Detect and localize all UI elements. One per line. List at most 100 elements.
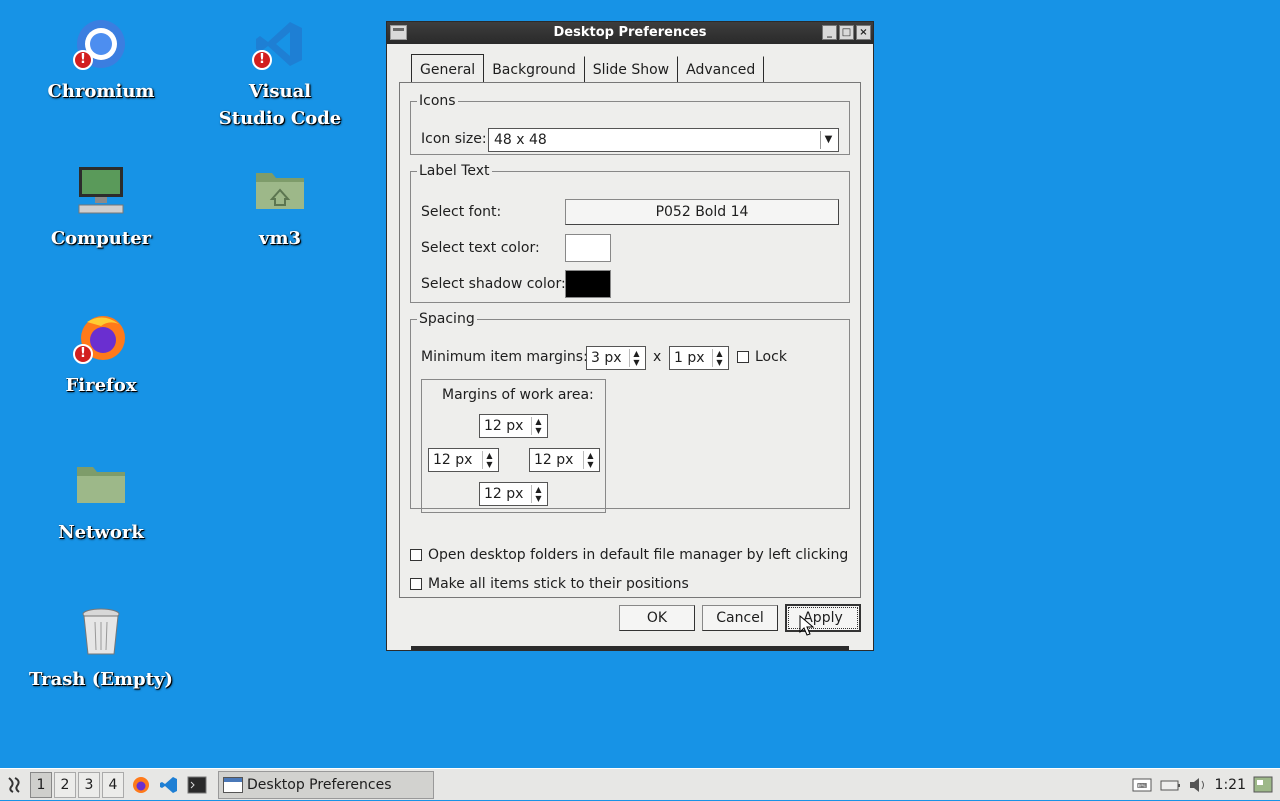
dialog-titlebar[interactable]: Desktop Preferences _ □ × bbox=[387, 22, 873, 44]
label-text-group-legend: Label Text bbox=[419, 163, 490, 179]
terminal-launcher-icon[interactable] bbox=[184, 772, 210, 798]
svg-text:⌨: ⌨ bbox=[1136, 782, 1146, 790]
spin-arrows-icon[interactable]: ▲ ▼ bbox=[531, 417, 545, 435]
firefox-icon: ! bbox=[73, 310, 129, 366]
show-desktop-icon[interactable] bbox=[1252, 774, 1274, 796]
desktop-icon-trash[interactable]: Trash (Empty) bbox=[26, 604, 176, 693]
lock-label: Lock bbox=[755, 349, 787, 365]
select-font-button[interactable]: P052 Bold 14 bbox=[565, 199, 839, 225]
icon-size-value: 48 x 48 bbox=[494, 132, 547, 148]
desktop-icon-label: Firefox bbox=[65, 375, 137, 396]
tab-advanced[interactable]: Advanced bbox=[678, 56, 765, 82]
network-folder-icon bbox=[73, 457, 129, 513]
icons-group: Icons Icon size: 48 x 48 ▼ bbox=[410, 93, 850, 155]
taskbar-window-label: Desktop Preferences bbox=[247, 776, 392, 793]
workspace-3-button[interactable]: 3 bbox=[78, 771, 100, 798]
margin-y-spinbox[interactable]: 1 px ▲ ▼ bbox=[669, 346, 729, 370]
work-top-spinbox[interactable]: 12 px ▲ ▼ bbox=[479, 414, 548, 438]
desktop-icon-label: Trash (Empty) bbox=[29, 669, 173, 690]
stick-positions-checkbox[interactable]: Make all items stick to their positions bbox=[410, 576, 689, 592]
icon-size-combo[interactable]: 48 x 48 ▼ bbox=[488, 128, 839, 152]
dialog-bottom-edge bbox=[411, 646, 849, 650]
desktop-icon-label: Computer bbox=[50, 228, 152, 249]
tab-bar: General Background Slide Show Advanced bbox=[411, 54, 765, 82]
desktop-icon-firefox[interactable]: ! Firefox bbox=[26, 310, 176, 399]
desktop-preferences-dialog: Desktop Preferences _ □ × General Backgr… bbox=[386, 21, 874, 651]
desktop-icon-vm3[interactable]: vm3 bbox=[205, 163, 355, 252]
general-tab-panel: Icons Icon size: 48 x 48 ▼ Label Text Se… bbox=[399, 82, 861, 598]
warning-badge-icon: ! bbox=[252, 50, 272, 70]
margin-y-value: 1 px bbox=[674, 350, 705, 366]
dialog-title: Desktop Preferences bbox=[553, 25, 707, 40]
tab-background[interactable]: Background bbox=[484, 56, 585, 82]
keyboard-layout-icon[interactable]: ⌨ bbox=[1131, 774, 1153, 796]
spacing-group: Spacing Minimum item margins: 3 px ▲ ▼ x … bbox=[410, 311, 850, 513]
trash-icon bbox=[73, 604, 129, 660]
work-area-margins-group: Margins of work area: 12 px ▲ ▼ 12 px ▲ ▼ … bbox=[421, 379, 606, 513]
open-folders-label: Open desktop folders in default file man… bbox=[428, 547, 849, 563]
workspace-4-button[interactable]: 4 bbox=[102, 771, 124, 798]
desktop-icon-label: vm3 bbox=[258, 228, 302, 249]
spin-arrows-icon[interactable]: ▲ ▼ bbox=[531, 485, 545, 503]
mouse-cursor-icon bbox=[799, 615, 815, 636]
work-bottom-value: 12 px bbox=[484, 486, 524, 502]
desktop-icon-label: Visual Studio Code bbox=[218, 81, 342, 129]
work-left-spinbox[interactable]: 12 px ▲ ▼ bbox=[428, 448, 499, 472]
stick-label: Make all items stick to their positions bbox=[428, 576, 689, 592]
minimize-icon[interactable]: _ bbox=[822, 25, 837, 40]
vscode-icon: ! bbox=[252, 16, 308, 72]
work-right-spinbox[interactable]: 12 px ▲ ▼ bbox=[529, 448, 600, 472]
computer-icon bbox=[73, 163, 129, 219]
work-left-value: 12 px bbox=[433, 452, 473, 468]
tab-general[interactable]: General bbox=[411, 54, 485, 82]
desktop-icon-vscode[interactable]: ! Visual Studio Code bbox=[205, 16, 355, 132]
workspace-2-button[interactable]: 2 bbox=[54, 771, 76, 798]
close-icon[interactable]: × bbox=[856, 25, 871, 40]
maximize-icon[interactable]: □ bbox=[839, 25, 854, 40]
times-label: x bbox=[653, 349, 662, 365]
window-icon bbox=[223, 776, 243, 793]
text-color-button[interactable] bbox=[565, 234, 611, 262]
tab-slide-show[interactable]: Slide Show bbox=[585, 56, 679, 82]
clock[interactable]: 1:21 bbox=[1215, 777, 1246, 793]
spin-arrows-icon[interactable]: ▲ ▼ bbox=[629, 349, 643, 367]
select-font-label: Select font: bbox=[421, 204, 502, 220]
system-tray: ⌨ 1:21 bbox=[1131, 769, 1280, 801]
spin-arrows-icon[interactable]: ▲ ▼ bbox=[482, 451, 496, 469]
work-right-value: 12 px bbox=[534, 452, 574, 468]
taskbar-window-desktop-preferences[interactable]: Desktop Preferences bbox=[218, 770, 434, 799]
desktop-icon-chromium[interactable]: ! Chromium bbox=[26, 16, 176, 105]
desktop-icon-computer[interactable]: Computer bbox=[26, 163, 176, 252]
firefox-launcher-icon[interactable] bbox=[128, 772, 154, 798]
checkbox-icon[interactable] bbox=[737, 351, 749, 363]
desktop-icon-network[interactable]: Network bbox=[26, 457, 176, 546]
window-menu-icon[interactable] bbox=[390, 25, 407, 40]
spin-arrows-icon[interactable]: ▲ ▼ bbox=[583, 451, 597, 469]
apply-button[interactable]: Apply bbox=[785, 604, 861, 632]
spacing-group-legend: Spacing bbox=[419, 311, 475, 327]
checkbox-icon[interactable] bbox=[410, 578, 422, 590]
work-bottom-spinbox[interactable]: 12 px ▲ ▼ bbox=[479, 482, 548, 506]
ok-button[interactable]: OK bbox=[619, 605, 695, 631]
spin-arrows-icon[interactable]: ▲ ▼ bbox=[712, 349, 726, 367]
vscode-launcher-icon[interactable] bbox=[156, 772, 182, 798]
work-top-value: 12 px bbox=[484, 418, 524, 434]
icon-size-label: Icon size: bbox=[421, 131, 487, 147]
volume-icon[interactable] bbox=[1187, 774, 1209, 796]
shadow-color-button[interactable] bbox=[565, 270, 611, 298]
start-menu-icon[interactable] bbox=[2, 772, 28, 798]
workspace-1-button[interactable]: 1 bbox=[30, 771, 52, 798]
desktop-icon-label: Network bbox=[58, 522, 144, 543]
open-folders-checkbox[interactable]: Open desktop folders in default file man… bbox=[410, 547, 848, 563]
margin-x-spinbox[interactable]: 3 px ▲ ▼ bbox=[586, 346, 646, 370]
cancel-button[interactable]: Cancel bbox=[702, 605, 778, 631]
chevron-down-icon: ▼ bbox=[820, 131, 836, 149]
icons-group-legend: Icons bbox=[419, 93, 456, 109]
margin-x-value: 3 px bbox=[591, 350, 622, 366]
lock-checkbox[interactable]: Lock bbox=[737, 349, 787, 365]
taskbar: 1 2 3 4 Desktop Preferences ⌨ 1:21 bbox=[0, 768, 1280, 800]
min-margins-label: Minimum item margins: bbox=[421, 349, 588, 365]
chromium-icon: ! bbox=[73, 16, 129, 72]
battery-icon[interactable] bbox=[1159, 774, 1181, 796]
checkbox-icon[interactable] bbox=[410, 549, 422, 561]
